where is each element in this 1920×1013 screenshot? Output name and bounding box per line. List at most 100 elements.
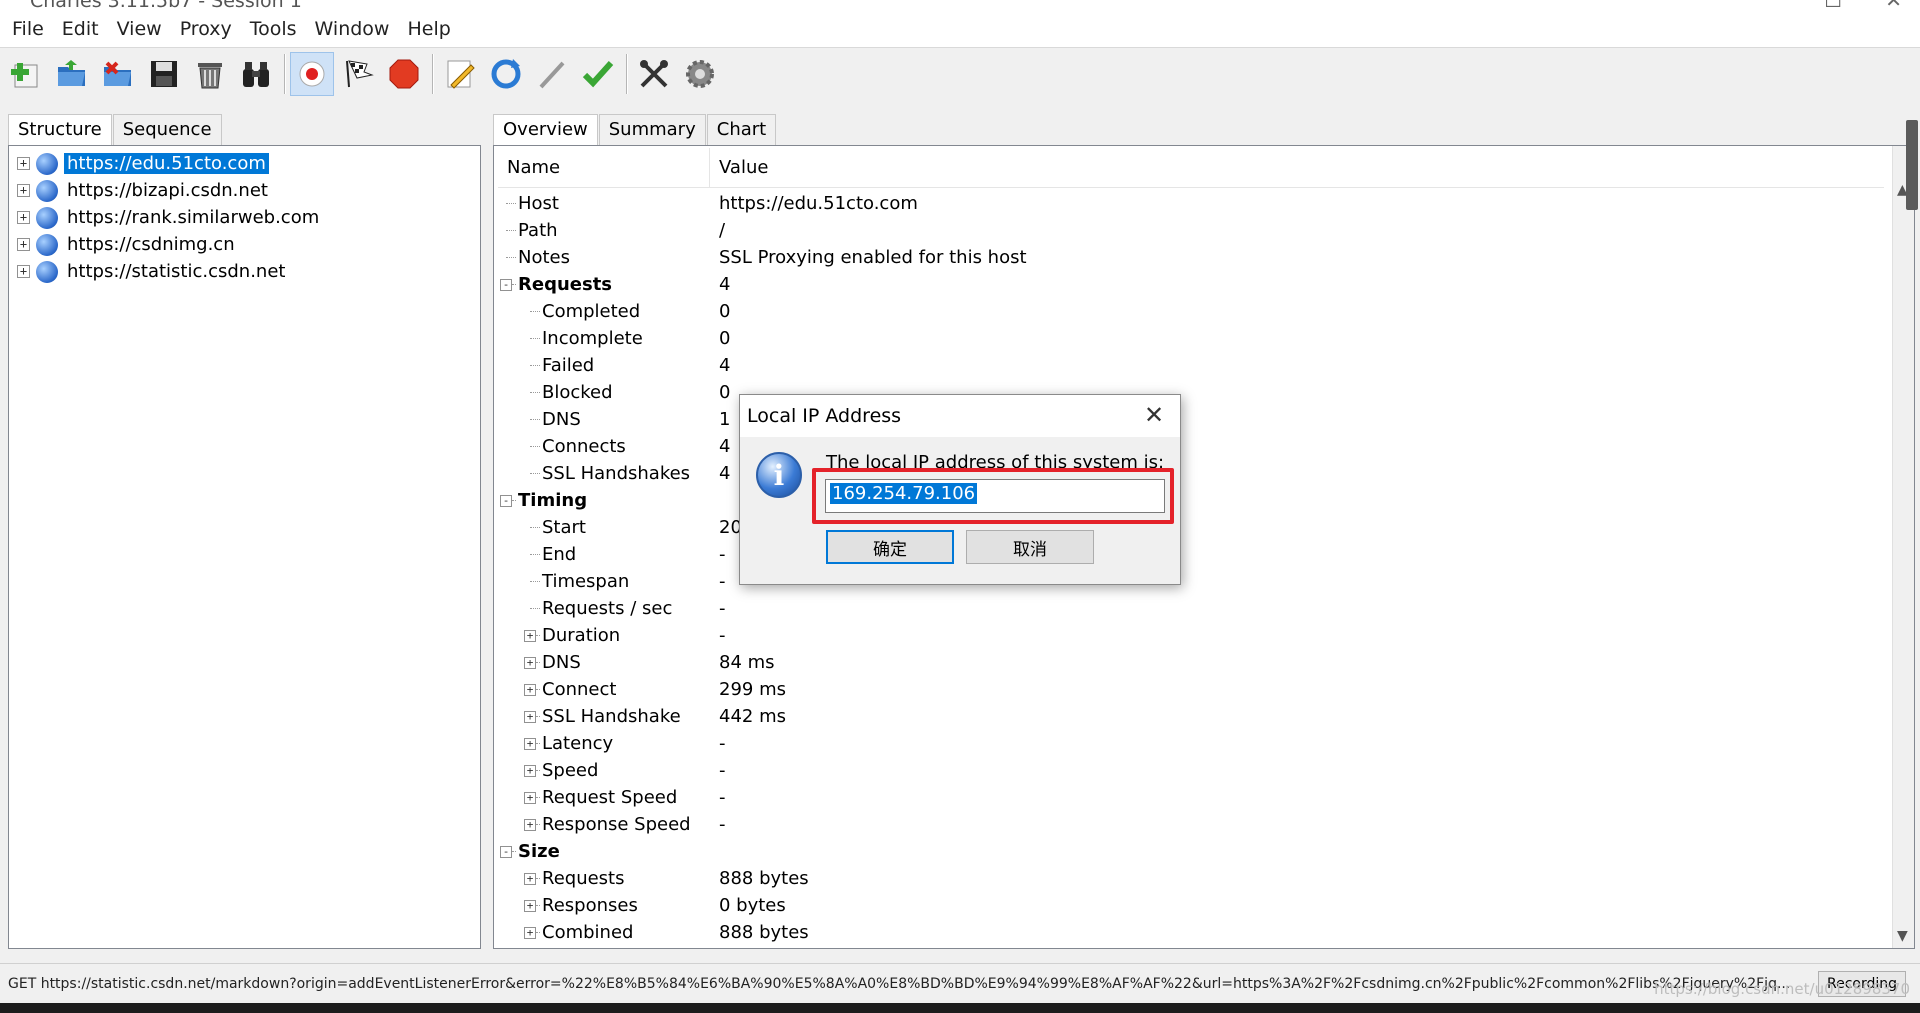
- expand-icon[interactable]: +: [17, 184, 30, 197]
- expand-icon[interactable]: +: [17, 265, 30, 278]
- overview-row[interactable]: + Response Speed -: [498, 811, 1884, 838]
- overview-row[interactable]: Completed 0: [498, 298, 1884, 325]
- overview-row[interactable]: Path /: [498, 217, 1884, 244]
- new-session-button[interactable]: [4, 52, 48, 96]
- host-row[interactable]: + https://edu.51cto.com: [9, 150, 480, 177]
- toolbar-separator: [432, 54, 434, 94]
- tab-chart[interactable]: Chart: [706, 114, 777, 145]
- repeat-icon: [491, 59, 521, 89]
- overview-row[interactable]: DNS 1: [498, 406, 1884, 433]
- collapse-icon[interactable]: -: [500, 494, 512, 507]
- scroll-down-icon[interactable]: ▼: [1897, 928, 1908, 944]
- expand-icon[interactable]: +: [524, 899, 536, 912]
- close-session-button[interactable]: [96, 52, 140, 96]
- overview-row[interactable]: Failed 4: [498, 352, 1884, 379]
- overview-row[interactable]: + Responses 0 bytes: [498, 892, 1884, 919]
- menu-proxy[interactable]: Proxy: [174, 18, 244, 40]
- overview-row[interactable]: + Combined 888 bytes: [498, 919, 1884, 946]
- expand-icon[interactable]: +: [524, 656, 536, 669]
- edit-button[interactable]: [530, 52, 574, 96]
- expand-icon[interactable]: +: [524, 710, 536, 723]
- overview-row[interactable]: SSL Handshakes 4: [498, 460, 1884, 487]
- save-button[interactable]: [142, 52, 186, 96]
- row-name-cell: + SSL Handshake: [498, 703, 710, 730]
- menu-file[interactable]: File: [6, 18, 56, 40]
- overview-row[interactable]: Timespan -: [498, 568, 1884, 595]
- expand-icon[interactable]: +: [17, 238, 30, 251]
- open-button[interactable]: [50, 52, 94, 96]
- expand-icon[interactable]: +: [524, 926, 536, 939]
- vertical-scrollbar[interactable]: ▲ ▼: [1892, 146, 1914, 948]
- overview-row[interactable]: Blocked 0: [498, 379, 1884, 406]
- expand-icon[interactable]: +: [524, 818, 536, 831]
- row-name-cell: End: [498, 541, 710, 568]
- row-value: 0: [719, 328, 731, 349]
- overview-row[interactable]: Host https://edu.51cto.com: [498, 190, 1884, 217]
- tab-sequence[interactable]: Sequence: [112, 114, 222, 145]
- throttle-button[interactable]: [336, 52, 380, 96]
- menu-view[interactable]: View: [111, 18, 174, 40]
- settings-button[interactable]: [678, 52, 722, 96]
- column-header-name[interactable]: Name: [498, 148, 710, 187]
- menu-edit[interactable]: Edit: [56, 18, 111, 40]
- collapse-icon[interactable]: -: [500, 278, 512, 291]
- overview-row[interactable]: Notes SSL Proxying enabled for this host: [498, 244, 1884, 271]
- tab-structure[interactable]: Structure: [8, 114, 112, 145]
- expand-icon[interactable]: +: [524, 791, 536, 804]
- overview-row[interactable]: + DNS 84 ms: [498, 649, 1884, 676]
- expand-icon[interactable]: +: [524, 629, 536, 642]
- tools-button[interactable]: [632, 52, 676, 96]
- expand-icon[interactable]: +: [17, 211, 30, 224]
- row-label: Notes: [518, 247, 570, 268]
- overview-row[interactable]: + Requests 888 bytes: [498, 865, 1884, 892]
- clear-button[interactable]: [188, 52, 232, 96]
- overview-row[interactable]: + Latency -: [498, 730, 1884, 757]
- row-name-cell: Incomplete: [498, 325, 710, 352]
- menu-window[interactable]: Window: [309, 18, 402, 40]
- overview-row[interactable]: + SSL Handshake 442 ms: [498, 703, 1884, 730]
- overview-row[interactable]: + Duration -: [498, 622, 1884, 649]
- close-icon[interactable]: ✕: [1140, 401, 1168, 429]
- column-header-value[interactable]: Value: [710, 148, 768, 187]
- expand-icon[interactable]: +: [524, 683, 536, 696]
- expand-icon[interactable]: +: [524, 872, 536, 885]
- overview-row[interactable]: Connects 4: [498, 433, 1884, 460]
- menu-tools[interactable]: Tools: [244, 18, 309, 40]
- overview-row[interactable]: - Timing: [498, 487, 1884, 514]
- compose-button[interactable]: [438, 52, 482, 96]
- overview-row[interactable]: Requests / sec -: [498, 595, 1884, 622]
- expand-icon[interactable]: +: [524, 764, 536, 777]
- overview-row[interactable]: - Size: [498, 838, 1884, 865]
- expand-icon[interactable]: +: [17, 157, 30, 170]
- row-label: Blocked: [542, 382, 613, 403]
- overview-row[interactable]: - Requests 4: [498, 271, 1884, 298]
- ok-button[interactable]: 确定: [826, 530, 954, 564]
- host-row[interactable]: + https://csdnimg.cn: [9, 231, 480, 258]
- close-window-icon[interactable]: ✕: [1885, 0, 1902, 10]
- breakpoints-icon: [389, 59, 419, 89]
- repeat-button[interactable]: [484, 52, 528, 96]
- tab-summary[interactable]: Summary: [598, 114, 706, 145]
- collapse-icon[interactable]: -: [500, 845, 512, 858]
- host-row[interactable]: + https://statistic.csdn.net: [9, 258, 480, 285]
- tab-overview[interactable]: Overview: [493, 114, 598, 145]
- breakpoints-button[interactable]: [382, 52, 426, 96]
- overview-row[interactable]: Incomplete 0: [498, 325, 1884, 352]
- host-row[interactable]: + https://bizapi.csdn.net: [9, 177, 480, 204]
- cancel-button[interactable]: 取消: [966, 530, 1094, 564]
- outer-scroll-thumb[interactable]: [1906, 120, 1918, 210]
- tree-line: [506, 230, 516, 231]
- menu-help[interactable]: Help: [401, 18, 462, 40]
- overview-row[interactable]: + Connect 299 ms: [498, 676, 1884, 703]
- overview-row[interactable]: + Speed -: [498, 757, 1884, 784]
- find-button[interactable]: [234, 52, 278, 96]
- ip-address-field[interactable]: 169.254.79.106: [825, 479, 1165, 513]
- overview-row[interactable]: Start 20: [498, 514, 1884, 541]
- record-button[interactable]: [290, 52, 334, 96]
- maximize-icon[interactable]: ☐: [1824, 0, 1842, 10]
- overview-row[interactable]: End -: [498, 541, 1884, 568]
- host-row[interactable]: + https://rank.similarweb.com: [9, 204, 480, 231]
- validate-button[interactable]: [576, 52, 620, 96]
- expand-icon[interactable]: +: [524, 737, 536, 750]
- overview-row[interactable]: + Request Speed -: [498, 784, 1884, 811]
